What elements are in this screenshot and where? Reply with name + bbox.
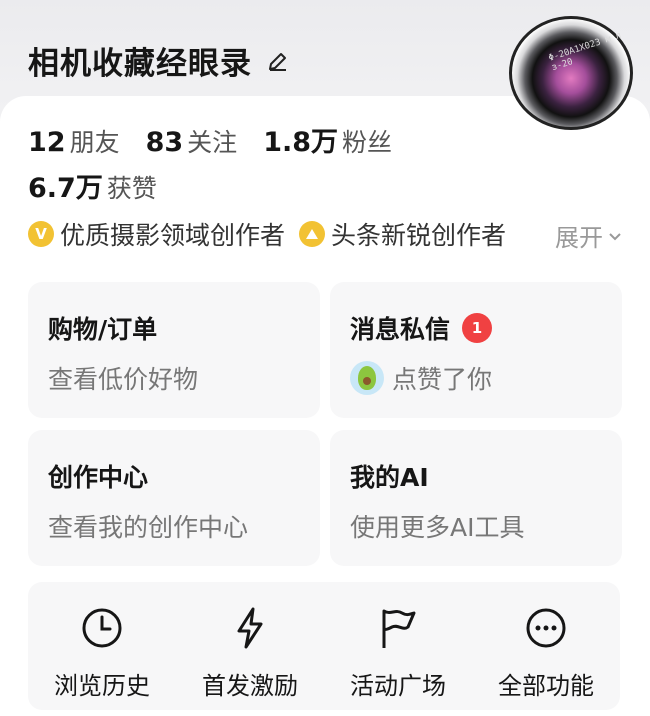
messages-subtitle-row: 点赞了你 <box>350 360 492 396</box>
following-stat[interactable]: 83 关注 <box>146 123 238 159</box>
clock-icon <box>82 608 122 648</box>
badge-label-photography[interactable]: 优质摄影领域创作者 <box>60 216 285 252</box>
quick-action-events[interactable]: 活动广场 <box>324 604 472 701</box>
quick-action-label: 浏览历史 <box>54 672 150 700</box>
badges-row: V 优质摄影领域创作者 头条新锐创作者 展开 <box>28 214 623 254</box>
edit-icon[interactable] <box>266 49 290 73</box>
messages-tile[interactable]: 消息私信 1 点赞了你 <box>330 282 622 418</box>
friends-stat[interactable]: 12 朋友 <box>28 123 120 159</box>
badge-label-rising-creator[interactable]: 头条新锐创作者 <box>331 216 506 252</box>
stats-row: 12 朋友 83 关注 1.8万 粉丝 <box>28 120 418 159</box>
followers-count: 1.8万 <box>263 127 339 158</box>
likes-label: 获赞 <box>106 174 157 203</box>
lightning-icon <box>237 607 263 649</box>
messages-subtitle: 点赞了你 <box>392 365 493 394</box>
shopping-orders-subtitle: 查看低价好物 <box>48 365 199 394</box>
shopping-orders-title: 购物/订单 <box>48 315 158 344</box>
my-ai-tile[interactable]: 我的AI 使用更多AI工具 <box>330 430 622 566</box>
following-count: 83 <box>145 127 184 158</box>
messages-title: 消息私信 <box>350 315 451 344</box>
quick-action-label: 活动广场 <box>350 672 446 700</box>
my-ai-title: 我的AI <box>350 463 429 492</box>
v-badge-icon: V <box>28 221 54 247</box>
quick-action-all[interactable]: 全部功能 <box>472 604 620 701</box>
shopping-orders-tile[interactable]: 购物/订单 查看低价好物 <box>28 282 320 418</box>
likes-stat[interactable]: 6.7万 获赞 <box>28 166 157 205</box>
quick-action-incentive[interactable]: 首发激励 <box>176 604 324 701</box>
avocado-avatar-icon <box>350 361 384 395</box>
expand-label: 展开 <box>555 224 603 252</box>
friends-label: 朋友 <box>69 128 120 157</box>
expand-badges-button[interactable]: 展开 <box>535 218 623 253</box>
quick-action-label: 首发激励 <box>202 672 298 700</box>
messages-title-row: 消息私信 1 <box>350 310 493 346</box>
likes-count: 6.7万 <box>28 173 103 204</box>
rising-creator-icon <box>299 221 326 247</box>
quick-action-history[interactable]: 浏览历史 <box>28 604 176 701</box>
chevron-down-icon <box>609 232 621 240</box>
quick-actions-bar: 浏览历史 首发激励 活动广场 全部功能 <box>28 582 620 710</box>
username: 相机收藏经眼录 <box>28 46 252 82</box>
friends-count: 12 <box>28 127 66 158</box>
username-row: 相机收藏经眼录 <box>28 38 290 83</box>
creator-center-title: 创作中心 <box>48 463 149 492</box>
creator-center-subtitle: 查看我的创作中心 <box>48 513 249 542</box>
followers-stat[interactable]: 1.8万 粉丝 <box>263 120 392 159</box>
my-ai-subtitle: 使用更多AI工具 <box>350 513 525 542</box>
more-icon <box>526 608 566 648</box>
followers-label: 粉丝 <box>342 128 393 157</box>
flag-icon <box>382 609 416 648</box>
creator-center-tile[interactable]: 创作中心 查看我的创作中心 <box>28 430 320 566</box>
notification-badge: 1 <box>462 313 493 343</box>
following-label: 关注 <box>187 128 238 157</box>
quick-action-label: 全部功能 <box>498 672 594 700</box>
